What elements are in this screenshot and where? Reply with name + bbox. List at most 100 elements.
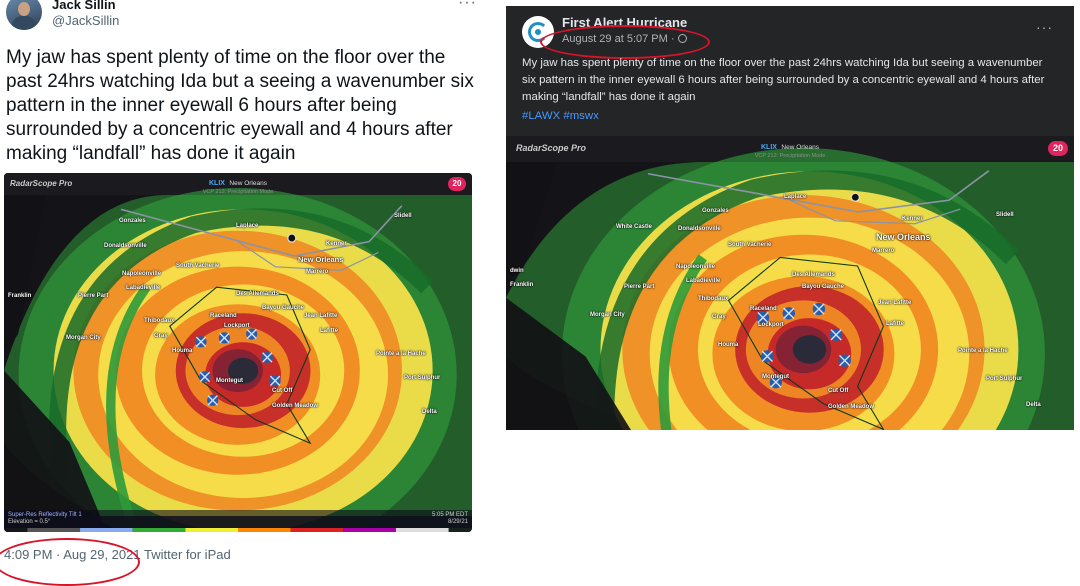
map-label-labadieville: Labadieville xyxy=(686,278,721,284)
wind-marker-icon xyxy=(195,336,207,348)
map-label-donaldsonville: Donaldsonville xyxy=(104,243,147,249)
map-label-gonzales: Gonzales xyxy=(119,218,146,224)
tweet-text: My jaw has spent plenty of time on the f… xyxy=(6,47,474,164)
map-label-pointe-a-la-hache: Pointe a la Hache xyxy=(376,351,426,357)
map-label-des-allemands: Des Allemands xyxy=(236,291,279,297)
map-label-thibodaux: Thibodaux xyxy=(144,318,175,324)
map-label-dwin: dwin xyxy=(510,268,524,274)
vcp-mode: VCP 212: Precipitation Mode xyxy=(754,153,826,159)
map-label-south-vacherie: South Vacherie xyxy=(728,242,772,248)
map-label-raceland: Raceland xyxy=(210,313,237,319)
map-label-pierre-part: Pierre Part xyxy=(624,284,655,290)
post-hashtags[interactable]: #LAWX #mswx xyxy=(522,110,599,122)
map-label-slidell: Slidell xyxy=(394,213,412,219)
wind-marker-icon xyxy=(269,375,281,387)
map-label-golden-meadow: Golden Meadow xyxy=(272,403,319,409)
map-label-port-sulphur: Port Sulphur xyxy=(404,375,441,381)
tweet-source[interactable]: Twitter for iPad xyxy=(144,547,231,562)
map-label-delta: Delta xyxy=(1026,402,1041,408)
map-label-bayou-gauche: Bayou Gauche xyxy=(262,305,305,311)
wind-marker-icon xyxy=(782,307,795,320)
map-label-gray: Gray xyxy=(154,333,168,339)
map-label-cut-off: Cut Off xyxy=(272,388,293,394)
map-label-marrero: Marrero xyxy=(872,248,895,254)
more-options-icon[interactable]: ··· xyxy=(458,0,477,12)
scan-time: 5:05 PM EDT xyxy=(431,512,468,518)
map-label-laplace: Laplace xyxy=(236,223,259,229)
map-label-donaldsonville: Donaldsonville xyxy=(678,226,721,232)
avatar-body xyxy=(12,16,36,30)
scan-date: 8/29/21 xyxy=(447,519,468,525)
radar-svg xyxy=(506,136,1074,430)
map-label-houma: Houma xyxy=(172,348,193,354)
map-label-montegut: Montegut xyxy=(216,378,243,384)
wind-marker-icon xyxy=(207,394,219,406)
wind-marker-icon xyxy=(838,354,851,367)
map-label-gray: Gray xyxy=(712,314,726,320)
product-name: Super-Res Reflectivity Tilt 1 xyxy=(8,512,82,518)
tweet-card: Jack Sillin @JackSillin ··· My jaw has s… xyxy=(0,0,490,586)
radarscope-logo: RadarScope Pro xyxy=(516,143,587,153)
wind-marker-icon xyxy=(761,350,774,363)
logo-dot-icon xyxy=(535,29,541,35)
wind-marker-icon xyxy=(812,302,826,316)
avatar-face xyxy=(18,2,30,16)
more-options-icon[interactable]: ··· xyxy=(1036,19,1053,35)
map-label-franklin: Franklin xyxy=(510,282,534,288)
elevation: Elevation = 0.5° xyxy=(8,519,51,525)
map-label-houma: Houma xyxy=(718,342,739,348)
map-label-pierre-part: Pierre Part xyxy=(78,293,109,299)
map-label-south-vacherie: South Vacherie xyxy=(176,263,220,269)
map-label-port-sulphur: Port Sulphur xyxy=(986,376,1023,382)
post-text: My jaw has spent plenty of time on the f… xyxy=(522,57,1045,103)
author-name[interactable]: Jack Sillin xyxy=(52,0,116,12)
vcp-mode: VCP 212: Precipitation Mode xyxy=(202,189,274,195)
wind-marker-icon xyxy=(199,371,211,383)
wind-marker-icon xyxy=(246,328,258,340)
map-label-new-orleans: New Orleans xyxy=(298,255,344,264)
wind-marker-icon xyxy=(261,351,273,364)
station-info: KLIX New Orleans VCP 212: Precipitation M… xyxy=(178,176,298,197)
station-id: KLIX xyxy=(209,180,225,187)
map-label-marrero: Marrero xyxy=(306,269,329,275)
author-handle[interactable]: @JackSillin xyxy=(52,13,119,28)
map-label-pointe-a-la-hache: Pointe a la Hache xyxy=(958,348,1008,354)
map-label-jean-lafitte: Jean Lafitte xyxy=(304,313,338,319)
radar-image-facebook[interactable]: RadarScope Pro KLIX New Orleans VCP 212: P… xyxy=(506,136,1074,430)
wind-marker-icon xyxy=(218,332,231,344)
map-label-bayou-gauche: Bayou Gauche xyxy=(802,284,845,290)
map-label-napoleonville: Napoleonville xyxy=(122,271,162,277)
map-label-thibodaux: Thibodaux xyxy=(698,296,729,302)
wind-marker-icon xyxy=(829,328,843,341)
notification-badge[interactable]: 20 xyxy=(1048,141,1068,156)
station-city: New Orleans xyxy=(781,144,819,151)
map-label-new-orleans: New Orleans xyxy=(876,232,931,242)
map-label-lockport: Lockport xyxy=(224,323,250,329)
map-label-kenner: Kenner xyxy=(902,216,923,222)
map-label-delta: Delta xyxy=(422,409,437,415)
map-label-morgan-city: Morgan City xyxy=(66,335,101,341)
map-label-kenner: Kenner xyxy=(326,241,347,247)
author-avatar[interactable] xyxy=(6,0,42,30)
map-label-des-allemands: Des Allemands xyxy=(792,272,835,278)
map-label-lafitte: Lafitte xyxy=(886,321,904,327)
map-label-morgan-city: Morgan City xyxy=(590,312,625,318)
red-circle-annotation xyxy=(0,538,140,586)
map-label-cut-off: Cut Off xyxy=(828,388,849,394)
map-label-golden-meadow: Golden Meadow xyxy=(828,404,875,410)
map-label-franklin: Franklin xyxy=(8,293,32,299)
map-label-lockport: Lockport xyxy=(758,322,784,328)
map-label-lafitte: Lafitte xyxy=(320,328,338,334)
radar-image-tweet[interactable]: RadarScope Pro KLIX New Orleans VCP 212: P… xyxy=(4,173,472,532)
map-label-raceland: Raceland xyxy=(750,306,777,312)
station-id: KLIX xyxy=(761,144,777,151)
notification-badge[interactable]: 20 xyxy=(448,177,466,191)
map-label-slidell: Slidell xyxy=(996,212,1014,218)
map-label-napoleonville: Napoleonville xyxy=(676,264,716,270)
map-label-montegut: Montegut xyxy=(762,374,789,380)
red-circle-annotation xyxy=(540,25,710,59)
radarscope-logo: RadarScope Pro xyxy=(10,179,73,188)
product-info-bar: Super-Res Reflectivity Tilt 1 Elevation =… xyxy=(4,510,472,528)
map-label-labadieville: Labadieville xyxy=(126,285,161,291)
map-label-gonzales: Gonzales xyxy=(702,208,729,214)
